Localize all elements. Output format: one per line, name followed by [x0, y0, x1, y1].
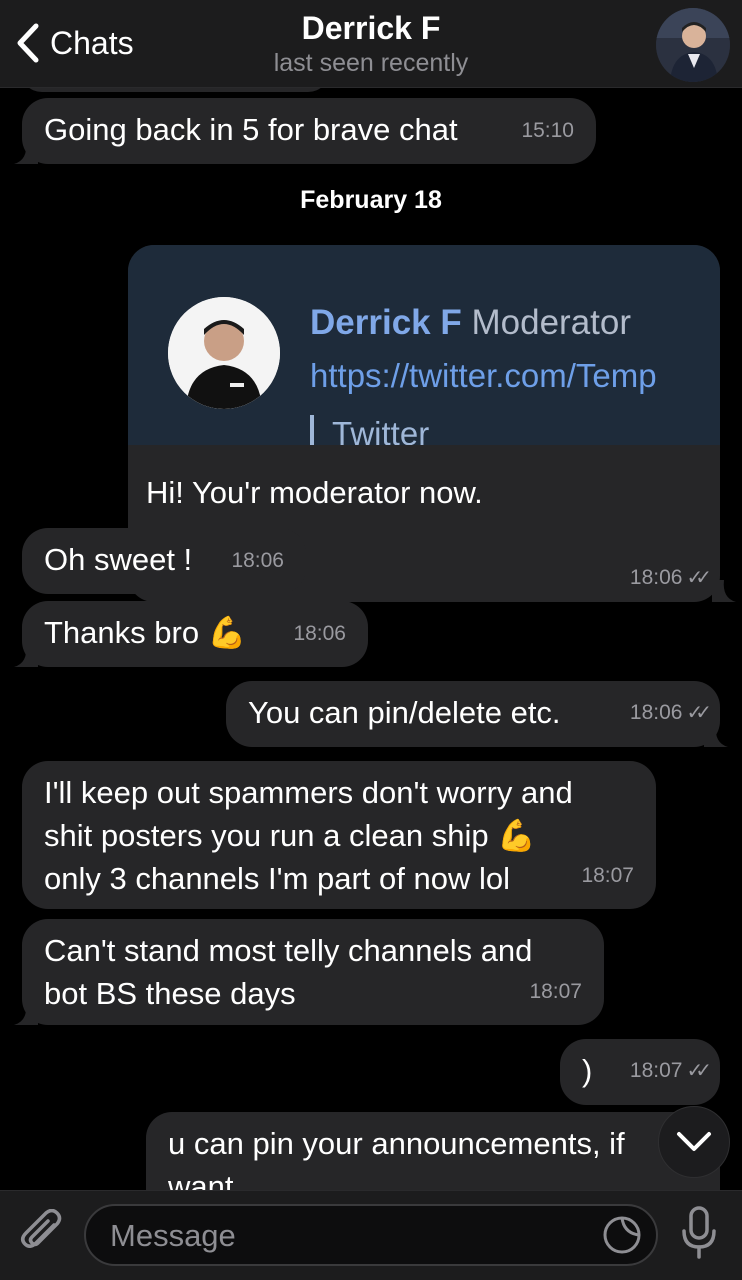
bubble-tail: [704, 725, 728, 747]
sticker-icon[interactable]: [602, 1215, 642, 1255]
outgoing-message[interactable]: ) 18:07 ✓✓: [560, 1039, 720, 1105]
bubble-tail: [14, 142, 38, 164]
message-text: Hi! You'r moderator now.: [146, 475, 483, 510]
message-bubble-partial: [20, 88, 330, 92]
message-time: 18:06 ✓✓: [629, 566, 712, 589]
message-text: Thanks bro: [44, 615, 200, 650]
double-check-icon: ✓✓: [686, 702, 711, 724]
chat-header: Chats Derrick F last seen recently: [0, 0, 742, 88]
message-input-bar: [0, 1190, 742, 1280]
message-time: 15:10: [521, 119, 574, 142]
message-time: 18:06: [231, 549, 284, 572]
incoming-message[interactable]: Thanks bro 💪 18:06: [14, 601, 368, 667]
incoming-message[interactable]: Oh sweet ! 18:06: [22, 528, 306, 594]
chat-title-block[interactable]: Derrick F last seen recently: [0, 10, 742, 78]
contact-status: last seen recently: [273, 49, 469, 77]
message-line: only 3 channels I'm part of now lol: [44, 861, 510, 896]
message-input[interactable]: [110, 1214, 590, 1258]
bubble-tail: [14, 1003, 38, 1025]
incoming-message[interactable]: I'll keep out spammers don't worry and s…: [22, 761, 656, 909]
message-time: 18:06: [293, 622, 346, 645]
message-time: 18:07: [529, 980, 582, 1003]
message-time: 18:07 ✓✓: [629, 1059, 712, 1082]
outgoing-message[interactable]: u can pin your announcements, if want: [146, 1112, 720, 1190]
message-text: Going back in 5 for brave chat: [44, 112, 458, 147]
scroll-to-bottom-button[interactable]: [658, 1106, 730, 1178]
incoming-message[interactable]: Can't stand most telly channels and bot …: [14, 919, 604, 1025]
message-text: ): [582, 1053, 593, 1088]
contact-avatar[interactable]: [656, 8, 730, 82]
flexed-biceps-emoji: 💪: [497, 818, 536, 853]
contact-name: Derrick F: [301, 10, 441, 46]
flexed-biceps-emoji: 💪: [207, 615, 247, 650]
bubble-tail: [14, 645, 38, 667]
link-preview[interactable]: Derrick F Moderator https://twitter.com/…: [128, 245, 720, 445]
message-line: u can pin your announcements, if: [168, 1126, 625, 1161]
message-field-container[interactable]: [84, 1204, 658, 1266]
preview-link[interactable]: https://twitter.com/Temp: [310, 357, 657, 395]
message-text: Oh sweet !: [44, 542, 193, 577]
message-time: 18:07: [581, 864, 634, 887]
message-list[interactable]: Going back in 5 for brave chat 15:10 Feb…: [0, 88, 742, 1190]
message-line: bot BS these days: [44, 976, 296, 1011]
preview-name: Derrick F: [310, 303, 462, 342]
message-line: Can't stand most telly channels and: [44, 933, 533, 968]
message-time: 18:06 ✓✓: [629, 701, 712, 724]
preview-source: Twitter: [310, 415, 429, 445]
chevron-down-icon: [677, 1132, 711, 1151]
bubble-tail: [712, 580, 736, 602]
outgoing-message[interactable]: You can pin/delete etc. 18:06 ✓✓: [226, 681, 728, 747]
message-text: You can pin/delete etc.: [248, 695, 561, 730]
preview-title: Derrick F Moderator: [310, 303, 631, 343]
message-line: want: [168, 1169, 234, 1190]
paperclip-icon[interactable]: [20, 1209, 66, 1259]
double-check-icon: ✓✓: [686, 567, 711, 589]
message-line: I'll keep out spammers don't worry and: [44, 775, 573, 810]
preview-role: Moderator: [471, 303, 632, 342]
date-separator: February 18: [300, 186, 442, 214]
double-check-icon: ✓✓: [686, 1060, 711, 1082]
message-line: shit posters you run a clean ship 💪: [44, 818, 536, 853]
incoming-message[interactable]: Going back in 5 for brave chat 15:10: [14, 98, 596, 164]
preview-avatar: [168, 297, 280, 409]
microphone-icon[interactable]: [680, 1205, 718, 1261]
